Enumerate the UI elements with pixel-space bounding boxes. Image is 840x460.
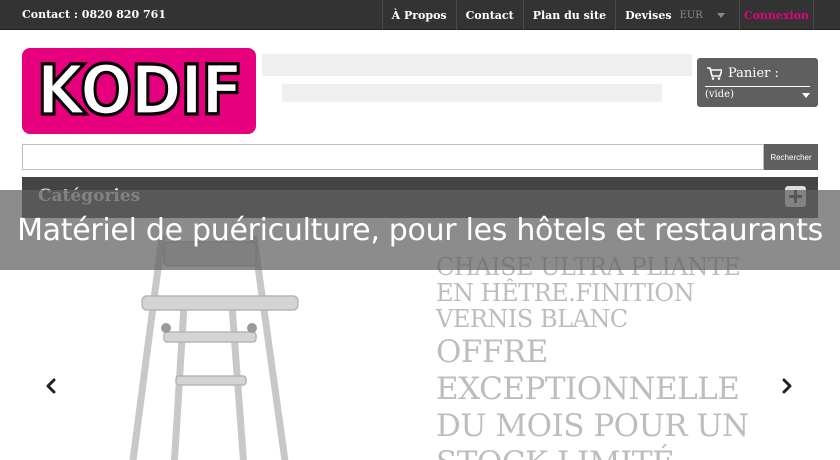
promo-headline-line-3: VERNIS BLANC [436,305,628,333]
nav-contact[interactable]: Contact [455,0,523,30]
top-nav: À Propos Contact Plan du site Devises EU… [381,0,814,30]
cart-label-text: Panier : [728,66,779,81]
logo-text: KODIF [35,50,245,131]
login-link[interactable]: Connexion [738,0,814,30]
search-button[interactable]: Rechercher [764,144,818,170]
chevron-right-icon[interactable] [780,378,794,394]
promo-text: CHAISE ULTRA PLIANTE EN HÊTRE.FINITION V… [436,254,766,460]
search-input[interactable] [22,144,764,170]
contact-phone: Contact : 0820 820 761 [22,8,166,21]
logo-frame: KODIF [27,53,251,129]
cart-label: Panier : [707,66,779,81]
nav-a-propos[interactable]: À Propos [381,0,456,30]
page-caption-overlay: Matériel de puériculture, pour les hôtel… [0,190,840,270]
nav-plan-du-site[interactable]: Plan du site [522,0,615,30]
promo-offer-line-1: OFFRE [436,334,548,370]
promo-offer-line-2: EXCEPTIONNELLE [436,371,740,407]
header-background-texture [262,48,692,118]
page-caption: Matériel de puériculture, pour les hôtel… [17,212,823,248]
chevron-left-icon[interactable] [44,378,58,394]
promo-headline-line-2: EN HÊTRE.FINITION [436,279,695,307]
cart-icon [707,67,722,80]
cart-status-row[interactable]: (vide) [705,86,810,100]
currency-value: EUR [679,9,703,21]
chevron-down-icon [802,93,810,98]
cart-block[interactable]: Panier : (vide) [697,58,818,107]
currency-label: Devises [625,8,672,22]
top-bar: Contact : 0820 820 761 À Propos Contact … [0,0,840,30]
promo-offer-line-4: STOCK LIMITÉ [436,447,766,460]
currency-select[interactable]: Devises EUR [615,0,739,30]
cart-status: (vide) [705,89,734,100]
promo-offer-line-3: DU MOIS POUR UN [436,408,749,444]
chevron-down-icon [716,12,725,18]
site-logo[interactable]: KODIF [22,48,256,134]
